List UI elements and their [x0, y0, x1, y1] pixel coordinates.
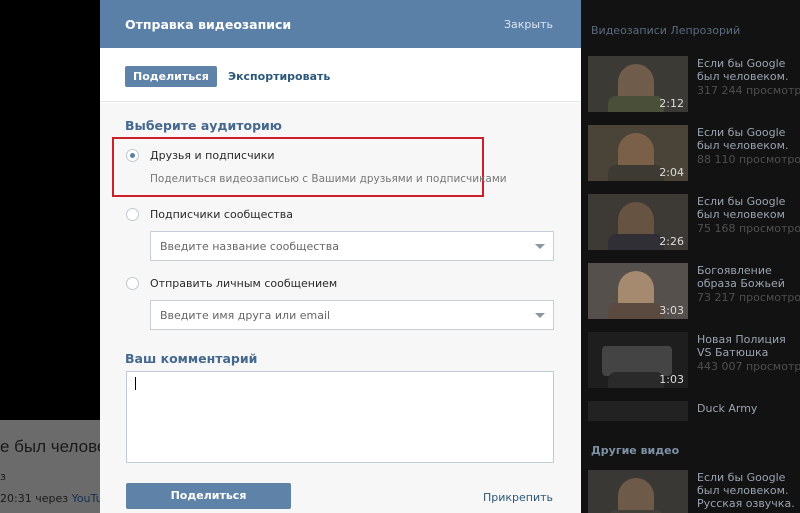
- related-video-title[interactable]: Если бы Google был человеком. Русская: [697, 57, 800, 83]
- chevron-down-icon: [535, 313, 545, 318]
- related-videos-column: Видеозаписи Лепрозорий 2:12 Если бы Goog…: [580, 0, 800, 513]
- text-caret: [135, 377, 136, 390]
- related-video-title[interactable]: Если бы Google был человеком. Русская: [697, 126, 800, 152]
- video-thumbnail[interactable]: [588, 401, 688, 421]
- option-label-private[interactable]: Отправить личным сообщением: [150, 277, 337, 290]
- dialog-body: Выберите аудиторию Друзья и подписчики П…: [100, 103, 581, 513]
- related-video-item[interactable]: 2:04 Если бы Google был человеком. Русск…: [588, 125, 800, 189]
- related-video-title[interactable]: Богоявление образа Божьей Матери в: [697, 264, 800, 290]
- option-label-community[interactable]: Подписчики сообщества: [150, 208, 293, 221]
- other-videos-header: Другие видео: [591, 444, 680, 457]
- related-video-item[interactable]: Если бы Google был человеком. Русская оз…: [588, 470, 800, 513]
- related-video-item[interactable]: Duck Army: [588, 401, 800, 421]
- community-select-placeholder: Введите название сообщества: [160, 240, 339, 253]
- related-video-views: 73 217 просмотров: [697, 291, 800, 304]
- video-duration: 2:04: [659, 166, 684, 179]
- video-thumbnail[interactable]: 3:03: [588, 263, 688, 319]
- share-video-dialog: Отправка видеозаписи Закрыть Поделиться …: [100, 0, 581, 513]
- video-duration: 3:03: [659, 304, 684, 317]
- related-video-title[interactable]: Если бы Google был человеком. Русская оз…: [697, 471, 800, 511]
- radio-community-followers[interactable]: [126, 208, 139, 221]
- video-thumbnail[interactable]: 2:26: [588, 194, 688, 250]
- comment-textarea[interactable]: [126, 371, 554, 463]
- dialog-header: Отправка видеозаписи Закрыть: [100, 0, 581, 48]
- video-thumbnail[interactable]: [588, 470, 688, 513]
- related-video-item[interactable]: 1:03 Новая Полиция VS Батюшка 443 007 пр…: [588, 332, 800, 396]
- highlight-frame: [112, 137, 484, 197]
- related-videos-header: Видеозаписи Лепрозорий: [591, 24, 741, 37]
- video-meta: 20:31 через YouTub: [0, 492, 110, 505]
- community-select[interactable]: Введите название сообщества: [150, 231, 554, 261]
- video-author-fragment: з: [0, 470, 6, 483]
- share-video-button[interactable]: Поделиться видеозаписью: [126, 483, 291, 509]
- video-duration: 1:03: [659, 373, 684, 386]
- close-button[interactable]: Закрыть: [504, 18, 553, 31]
- video-duration: 2:26: [659, 235, 684, 248]
- related-video-title[interactable]: Новая Полиция VS Батюшка: [697, 333, 800, 359]
- related-video-title[interactable]: Duck Army: [697, 402, 800, 421]
- dialog-tabs: Поделиться Экспортировать: [100, 48, 581, 102]
- dialog-title: Отправка видеозаписи: [125, 17, 292, 32]
- comment-header: Ваш комментарий: [125, 351, 258, 366]
- related-video-views: 443 007 просмотров: [697, 360, 800, 373]
- video-duration: 2:12: [659, 97, 684, 110]
- video-thumbnail[interactable]: 1:03: [588, 332, 688, 388]
- related-video-item[interactable]: 3:03 Богоявление образа Божьей Матери в …: [588, 263, 800, 327]
- related-video-views: 75 168 просмотров: [697, 222, 800, 235]
- option-description-friends: Поделиться видеозаписью с Вашими друзьям…: [150, 173, 507, 185]
- related-video-views: 317 244 просмотра: [697, 84, 800, 97]
- chevron-down-icon: [535, 244, 545, 249]
- attach-link[interactable]: Прикрепить: [483, 491, 553, 504]
- related-video-views: 88 110 просмотров: [697, 153, 800, 166]
- related-video-item[interactable]: 2:12 Если бы Google был человеком. Русск…: [588, 56, 800, 120]
- video-meta-date: 20:31 через: [0, 492, 72, 505]
- option-label-friends[interactable]: Друзья и подписчики: [150, 149, 275, 162]
- video-thumbnail[interactable]: 2:12: [588, 56, 688, 112]
- friend-select[interactable]: Введите имя друга или email: [150, 300, 554, 330]
- radio-friends-followers[interactable]: [126, 149, 139, 162]
- related-video-item[interactable]: 2:26 Если бы Google был человеком Русска…: [588, 194, 800, 258]
- tab-export[interactable]: Экспортировать: [220, 66, 338, 87]
- radio-private-message[interactable]: [126, 277, 139, 290]
- tab-share[interactable]: Поделиться: [125, 66, 217, 87]
- audience-header: Выберите аудиторию: [125, 118, 282, 133]
- friend-select-placeholder: Введите имя друга или email: [160, 309, 331, 322]
- related-video-title[interactable]: Если бы Google был человеком Русская: [697, 195, 800, 221]
- video-title: е был челове: [0, 437, 107, 456]
- video-thumbnail[interactable]: 2:04: [588, 125, 688, 181]
